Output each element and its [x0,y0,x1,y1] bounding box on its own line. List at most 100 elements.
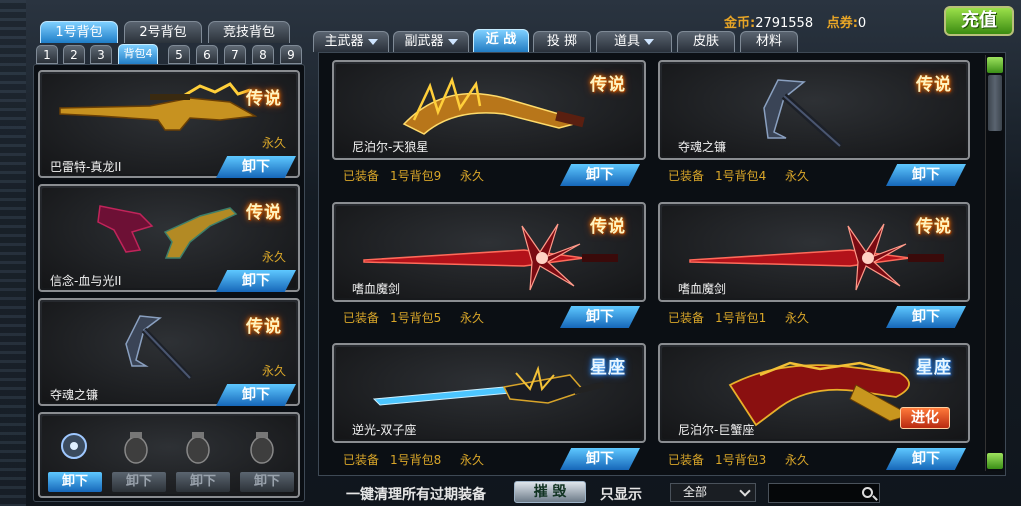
weapon-name: 逆光-双子座 [352,423,417,437]
chevron-down-icon [739,485,751,497]
unequip-button-disabled[interactable]: 卸下 [112,472,166,492]
tab-pack-1[interactable]: 1号背包 [40,21,118,43]
constellation-badge: 星座 [916,358,952,378]
loadout-slot-melee[interactable]: 传说 永久 夺魂之镰 卸下 [38,298,300,406]
weapon-name: 巴雷特-真龙II [50,160,122,174]
unequip-button[interactable]: 卸下 [886,306,966,328]
subpack-tab-8[interactable]: 8 [252,45,274,64]
pack-location: 1号背包3 [715,453,767,467]
unequip-button[interactable]: 卸下 [216,384,296,406]
gold-display: 金币:2791558 点券:0 [724,16,867,31]
pack-location: 1号背包5 [390,311,442,325]
inventory-item[interactable]: 传说 夺魂之镰 [658,60,970,160]
legend-badge: 传说 [246,203,282,223]
subpack-tab-9[interactable]: 9 [280,45,302,64]
loadout-slot-throwables: 卸下 卸下 卸下 卸下 [38,412,300,498]
dropdown-arrow-icon [447,38,458,45]
duration-label: 永久 [785,453,810,467]
weapon-name: 嗜血魔剑 [678,282,727,296]
legend-badge: 传说 [246,317,282,337]
equipped-status: 已装备 [343,169,380,183]
duration-label: 永久 [460,453,485,467]
filter-label: 只显示 [600,487,642,503]
equipped-status: 已装备 [343,453,380,467]
loadout-slot-primary[interactable]: 传说 永久 巴雷特-真龙II 卸下 [38,70,300,178]
tab-pack-2[interactable]: 2号背包 [124,21,202,43]
duration-label: 永久 [262,250,287,264]
equipped-status: 已装备 [343,311,380,325]
scroll-thumb[interactable] [988,75,1002,131]
inventory-item[interactable]: 传说 嗜血魔剑 [332,202,646,302]
unequip-button[interactable]: 卸下 [560,448,640,470]
unequip-button-disabled[interactable]: 卸下 [176,472,230,492]
loadout-slot-secondary[interactable]: 传说 永久 信念-血与光II 卸下 [38,184,300,292]
dropdown-arrow-icon [367,38,378,45]
search-icon[interactable] [862,487,873,498]
duration-label: 永久 [262,364,287,378]
scroll-up-arrow-icon[interactable] [987,57,1003,73]
duration-label: 永久 [785,169,810,183]
unequip-button[interactable]: 卸下 [886,448,966,470]
weapon-name: 夺魂之镰 [50,388,99,402]
inventory-item[interactable]: 传说 嗜血魔剑 [658,202,970,302]
unequip-button-disabled[interactable]: 卸下 [240,472,294,492]
pack-location: 1号背包9 [390,169,442,183]
pack-location: 1号背包1 [715,311,767,325]
pack-location: 1号背包4 [715,169,767,183]
inventory-scrollbar[interactable] [985,55,1003,471]
evolve-button[interactable]: 进化 [900,407,950,429]
legend-badge: 传说 [916,217,952,237]
inventory-item[interactable]: 星座 逆光-双子座 [332,343,646,443]
subpack-tab-1[interactable]: 1 [36,45,58,64]
subpack-tab-5[interactable]: 5 [168,45,190,64]
duration-label: 永久 [785,311,810,325]
subpack-tab-2[interactable]: 2 [63,45,85,64]
unequip-button[interactable]: 卸下 [886,164,966,186]
duration-label: 永久 [262,136,287,150]
tab-skins[interactable]: 皮肤 [677,31,735,52]
weapon-name: 尼泊尔-巨蟹座 [678,423,755,437]
duration-label: 永久 [460,169,485,183]
inventory-item[interactable]: 星座 尼泊尔-巨蟹座 进化 [658,343,970,443]
scroll-down-arrow-icon[interactable] [987,453,1003,469]
subpack-tab-6[interactable]: 6 [196,45,218,64]
tab-secondary-weapon[interactable]: 副武器 [393,31,469,52]
tab-pack-arena[interactable]: 竞技背包 [208,21,290,43]
grenade-icons [61,432,274,464]
dropdown-arrow-icon [644,38,654,45]
legend-badge: 传说 [590,75,626,95]
clean-expired-label: 一键清理所有过期装备 [346,487,486,503]
tab-items[interactable]: 道具 [596,31,672,52]
subpack-tab-3[interactable]: 3 [90,45,112,64]
weapon-name: 嗜血魔剑 [352,282,401,296]
unequip-button[interactable]: 卸下 [560,164,640,186]
weapon-name: 夺魂之镰 [678,140,727,154]
subpack-tab-4[interactable]: 背包4 [118,44,158,66]
tab-materials[interactable]: 材料 [740,31,798,52]
destroy-button[interactable]: 摧 毁 [514,481,586,503]
legend-badge: 传说 [590,217,626,237]
unequip-button[interactable]: 卸下 [216,156,296,178]
constellation-badge: 星座 [590,358,626,378]
weapon-name: 信念-血与光II [50,274,122,288]
equipped-status: 已装备 [668,453,705,467]
recharge-button[interactable]: 充值 [944,6,1014,36]
unequip-button[interactable]: 卸下 [48,472,102,492]
equipped-status: 已装备 [668,169,705,183]
pack-location: 1号背包8 [390,453,442,467]
search-input[interactable] [768,483,880,503]
tab-melee[interactable]: 近 战 [473,29,529,53]
subpack-tab-7[interactable]: 7 [224,45,246,64]
inventory-item[interactable]: 传说 尼泊尔-天狼星 [332,60,646,160]
unequip-button[interactable]: 卸下 [216,270,296,292]
bottom-toolbar: 一键清理所有过期装备 摧 毁 只显示 全部 [318,480,1018,506]
duration-label: 永久 [460,311,485,325]
weapon-name: 尼泊尔-天狼星 [352,140,429,154]
legend-badge: 传说 [916,75,952,95]
unequip-button[interactable]: 卸下 [560,306,640,328]
filter-select[interactable]: 全部 [670,483,756,502]
tab-throwable[interactable]: 投 掷 [533,31,591,52]
equipped-status: 已装备 [668,311,705,325]
legend-badge: 传说 [246,89,282,109]
tab-primary-weapon[interactable]: 主武器 [313,31,389,52]
